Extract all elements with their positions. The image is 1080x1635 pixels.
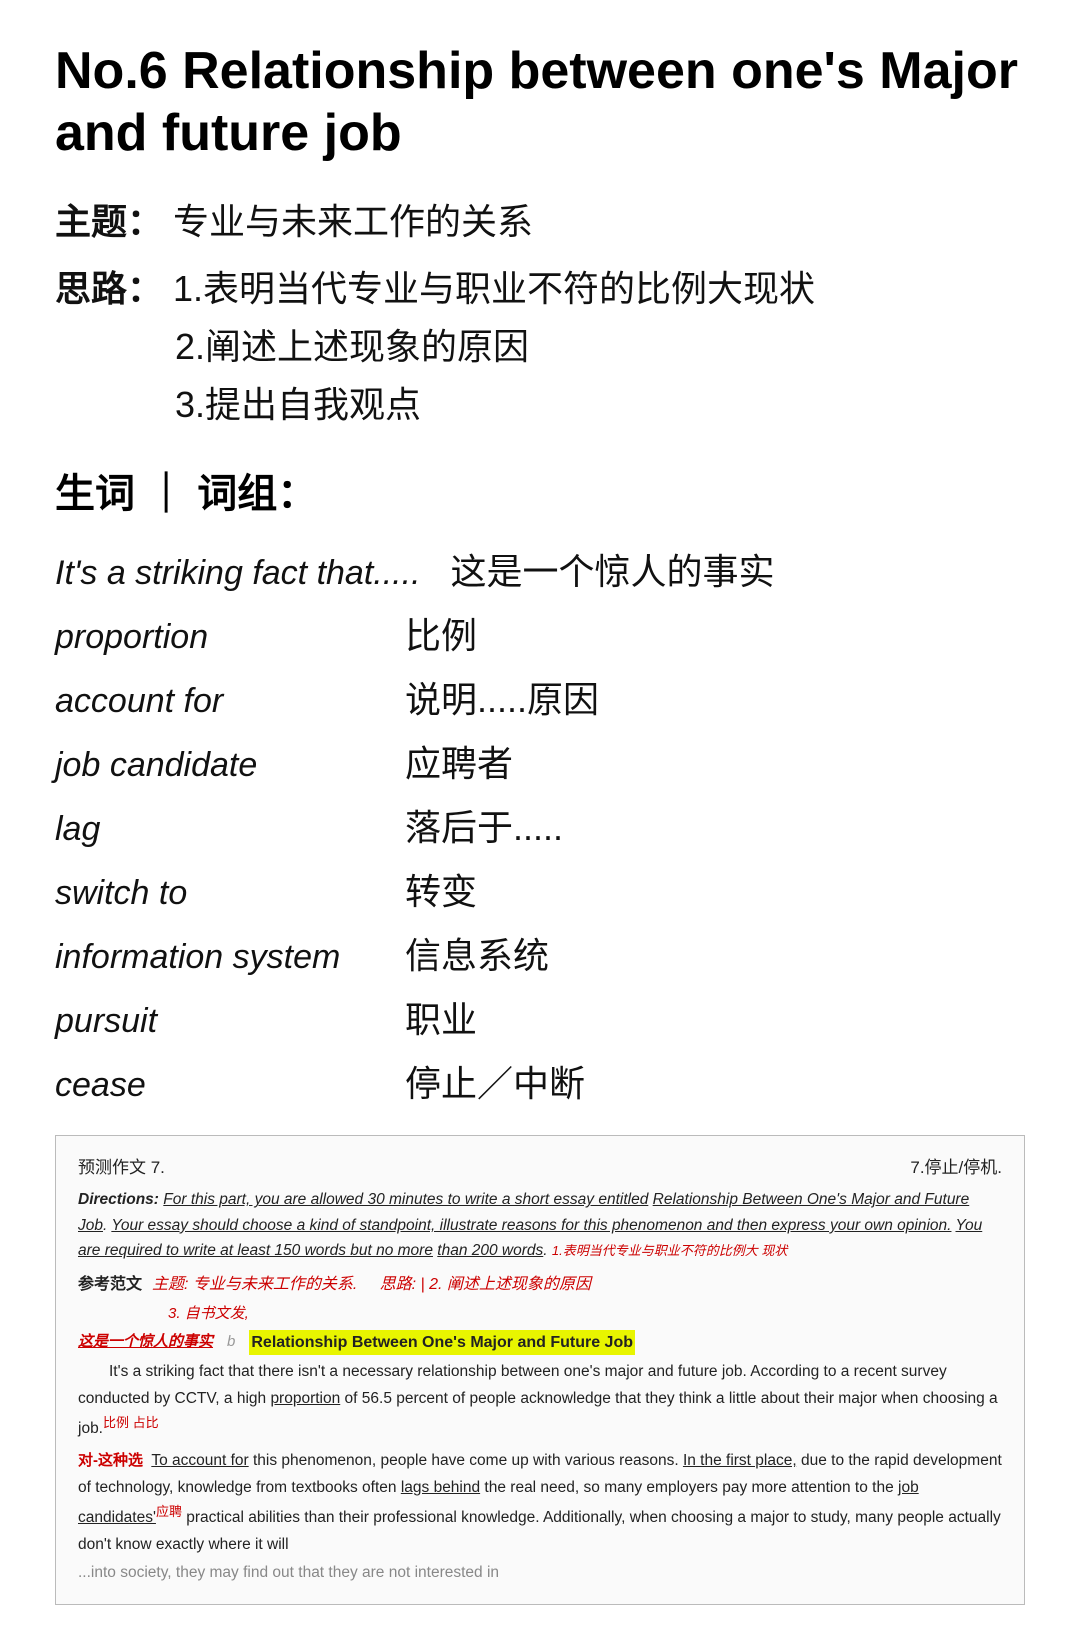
vocab-row: account for 说明.....原因 (55, 665, 1025, 729)
vocab-en-2: account for (55, 682, 375, 721)
theme-label: 主题： (55, 201, 163, 242)
vocab-row: lag 落后于..... (55, 793, 1025, 857)
vocab-header: 生词 ｜ 词组： (55, 461, 1025, 519)
vocab-en-6: information system (55, 938, 375, 977)
essay-paragraph-1: It's a striking fact that there isn't a … (78, 1359, 1002, 1442)
vocab-zh-2: 说明.....原因 (405, 671, 599, 723)
vocab-zh-0: 这是一个惊人的事实 (451, 543, 775, 595)
doc-directions: Directions: For this part, you are allow… (78, 1187, 1002, 1264)
vocab-en-4: lag (55, 810, 375, 849)
vocab-row: information system 信息系统 (55, 921, 1025, 985)
vocab-zh-1: 比例 (405, 607, 477, 659)
doc-ref-line: 参考范文 主题: 专业与未来工作的关系. 思路: | 2. 阐述上述现象的原因 (78, 1272, 1002, 1298)
vocab-row: It's a striking fact that..... 这是一个惊人的事实 (55, 537, 1025, 601)
ref-approach3: 3. 自书文发, (78, 1302, 1002, 1326)
vocab-en-1: proportion (55, 618, 375, 657)
ref-theme: 主题: 专业与未来工作的关系. 思路: | 2. 阐述上述现象的原因 (152, 1272, 591, 1298)
vocab-list: It's a striking fact that..... 这是一个惊人的事实… (55, 537, 1025, 1113)
theme-line: 主题： 专业与未来工作的关系 (55, 193, 1025, 251)
directions-text: For this part, you are allowed 30 minute… (78, 1191, 982, 1259)
vocab-en-0: It's a striking fact that..... (55, 554, 421, 593)
theme-section: 主题： 专业与未来工作的关系 (55, 193, 1025, 251)
doc-header: 预测作文 7. 7.停止/停机. (78, 1154, 1002, 1181)
essay-title: Relationship Between One's Major and Fut… (249, 1330, 635, 1356)
approach-line-3: 3.提出自我观点 (55, 376, 1025, 434)
approach-section: 思路： 1.表明当代专业与职业不符的比例大现状 2.阐述上述现象的原因 3.提出… (55, 260, 1025, 433)
vocab-zh-6: 信息系统 (405, 927, 549, 979)
approach-item-1: 1.表明当代专业与职业不符的比例大现状 (173, 268, 815, 309)
vocab-en-8: cease (55, 1066, 375, 1105)
vocab-row: proportion 比例 (55, 601, 1025, 665)
doc-header-left: 预测作文 7. (78, 1154, 165, 1181)
doc-header-right: 7.停止/停机. (910, 1154, 1002, 1181)
vocab-en-5: switch to (55, 874, 375, 913)
essay-title-row: 这是一个惊人的事实 b Relationship Between One's M… (78, 1330, 1002, 1356)
essay-paragraph-2-cont: ...into society, they may find out that … (78, 1560, 1002, 1586)
vocab-zh-7: 职业 (405, 991, 477, 1043)
approach-label: 思路： (55, 268, 163, 309)
vocab-en-7: pursuit (55, 1002, 375, 1041)
theme-text: 专业与未来工作的关系 (173, 201, 533, 242)
vocab-zh-8: 停止／中断 (405, 1055, 585, 1107)
approach-line-1: 思路： 1.表明当代专业与职业不符的比例大现状 (55, 260, 1025, 318)
vocab-en-3: job candidate (55, 746, 375, 785)
page-title: No.6 Relationship between one's Major an… (55, 40, 1025, 165)
vocab-row: pursuit 职业 (55, 985, 1025, 1049)
approach-item-2: 2.阐述上述现象的原因 (175, 326, 529, 367)
vocab-row: switch to 转变 (55, 857, 1025, 921)
striking-note: 这是一个惊人的事实 (78, 1330, 213, 1354)
ref-label: 参考范文 (78, 1272, 142, 1298)
approach-line-2: 2.阐述上述现象的原因 (55, 318, 1025, 376)
vocab-zh-3: 应聘者 (405, 735, 513, 787)
vocab-row: job candidate 应聘者 (55, 729, 1025, 793)
approach-item-3: 3.提出自我观点 (175, 384, 421, 425)
directions-label: Directions: (78, 1191, 159, 1208)
vocab-zh-4: 落后于..... (405, 799, 563, 851)
document-box: 预测作文 7. 7.停止/停机. Directions: For this pa… (55, 1135, 1025, 1605)
vocab-zh-5: 转变 (405, 863, 477, 915)
essay-paragraph-2: 对-这种选 To account for this phenomenon, pe… (78, 1448, 1002, 1558)
vocab-row: cease 停止／中断 (55, 1049, 1025, 1113)
